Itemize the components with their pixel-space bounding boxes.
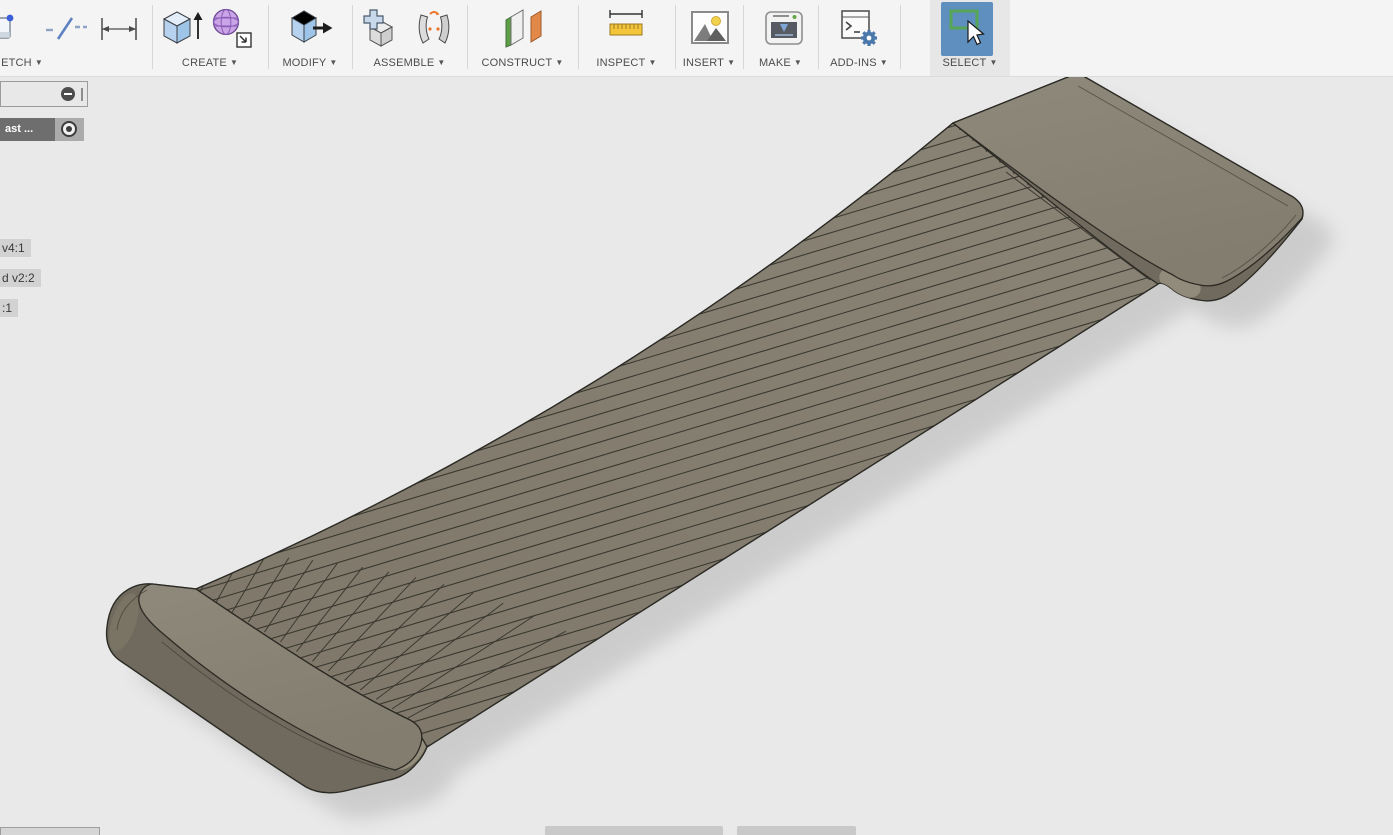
select-menu-label[interactable]: SELECT▼ — [930, 57, 1010, 69]
toolbar-group-sketch[interactable]: ETCH▼ — [0, 0, 152, 76]
strip-surface[interactable] — [196, 123, 1158, 747]
measure-ruler-icon[interactable] — [603, 4, 649, 54]
toolbar-group-inspect[interactable]: INSPECT▼ — [578, 0, 675, 76]
toolbar-group-assemble[interactable]: ASSEMBLE▼ — [352, 0, 467, 76]
toolbar-group-insert[interactable]: INSERT▼ — [675, 0, 743, 76]
scripts-addins-icon[interactable] — [836, 4, 882, 54]
addins-menu-label[interactable]: ADD-INS▼ — [818, 57, 900, 69]
create-solid-box-icon[interactable] — [158, 4, 204, 54]
toolbar-group-create[interactable]: CREATE▼ — [152, 0, 268, 76]
rectangle-sketch-icon[interactable] — [0, 4, 30, 54]
browser-component-label[interactable]: d v2:2 — [0, 269, 41, 287]
new-component-icon[interactable] — [360, 4, 406, 54]
select-button[interactable] — [941, 2, 993, 56]
active-component-radio-icon — [61, 121, 77, 137]
toolbar-group-select[interactable]: SELECT▼ — [930, 0, 1010, 76]
toolbar-group-addins[interactable]: ADD-INS▼ — [818, 0, 900, 76]
insert-menu-label[interactable]: INSERT▼ — [675, 57, 743, 69]
component-activate-toggle[interactable] — [55, 118, 84, 141]
browser-component-label[interactable]: :1 — [0, 299, 18, 317]
viewport-canvas[interactable] — [0, 77, 1393, 835]
modify-menu-label[interactable]: MODIFY▼ — [268, 57, 352, 69]
press-pull-icon[interactable] — [287, 4, 337, 54]
3d-print-icon[interactable] — [761, 4, 807, 54]
construct-menu-label[interactable]: CONSTRUCT▼ — [467, 57, 578, 69]
browser-header-bar[interactable] — [0, 81, 88, 107]
toolbar-divider — [900, 5, 901, 69]
construction-line-icon[interactable] — [42, 4, 88, 54]
document-name-label[interactable]: ast ... — [0, 118, 55, 141]
sketch-dimension-icon[interactable] — [96, 4, 142, 54]
toolbar-group-modify[interactable]: MODIFY▼ — [268, 0, 352, 76]
timeline-playbar-stub[interactable] — [545, 826, 723, 835]
3d-model-body[interactable] — [0, 77, 1393, 835]
insert-image-icon[interactable] — [687, 4, 733, 54]
create-menu-label[interactable]: CREATE▼ — [152, 57, 268, 69]
assemble-menu-label[interactable]: ASSEMBLE▼ — [352, 57, 467, 69]
sketch-menu-label[interactable]: ETCH▼ — [0, 57, 62, 69]
toolbar-group-construct[interactable]: CONSTRUCT▼ — [467, 0, 578, 76]
create-form-icon[interactable] — [208, 4, 258, 54]
inspect-menu-label[interactable]: INSPECT▼ — [578, 57, 675, 69]
construction-plane-icon[interactable] — [502, 4, 548, 54]
toolbar-group-make[interactable]: MAKE▼ — [743, 0, 818, 76]
joint-icon[interactable] — [410, 4, 456, 54]
collapse-circle-icon[interactable] — [61, 87, 75, 101]
select-cursor-icon — [944, 5, 990, 53]
make-menu-label[interactable]: MAKE▼ — [743, 57, 818, 69]
browser-component-label[interactable]: v4:1 — [0, 239, 31, 257]
main-toolbar: ETCH▼ CREATE▼ — [0, 0, 1393, 77]
browser-handle[interactable] — [81, 88, 83, 101]
timeline-settings-stub[interactable] — [0, 827, 100, 835]
timeline-zoombar-stub[interactable] — [737, 826, 856, 835]
browser-document-node[interactable]: ast ... — [0, 118, 84, 141]
